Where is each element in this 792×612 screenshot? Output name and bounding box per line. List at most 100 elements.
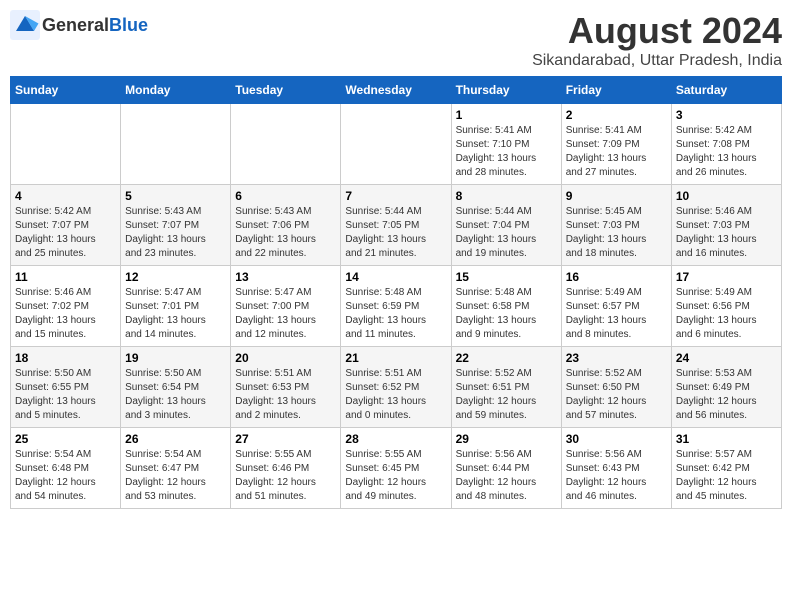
calendar-cell xyxy=(341,104,451,185)
day-info: Sunrise: 5:50 AM Sunset: 6:54 PM Dayligh… xyxy=(125,367,226,423)
week-row-2: 4Sunrise: 5:42 AM Sunset: 7:07 PM Daylig… xyxy=(11,185,782,266)
day-number: 30 xyxy=(566,432,667,446)
title-area: August 2024 Sikandarabad, Uttar Pradesh,… xyxy=(532,10,782,70)
day-info: Sunrise: 5:50 AM Sunset: 6:55 PM Dayligh… xyxy=(15,367,116,423)
day-info: Sunrise: 5:49 AM Sunset: 6:57 PM Dayligh… xyxy=(566,286,667,342)
day-info: Sunrise: 5:42 AM Sunset: 7:07 PM Dayligh… xyxy=(15,205,116,261)
day-number: 8 xyxy=(456,189,557,203)
weekday-header-wednesday: Wednesday xyxy=(341,77,451,104)
calendar-cell: 9 Sunrise: 5:45 AM Sunset: 7:03 PM Daylig… xyxy=(561,185,671,266)
day-info: Sunrise: 5:56 AM Sunset: 6:43 PM Dayligh… xyxy=(566,448,667,504)
day-number: 2 xyxy=(566,108,667,122)
day-info: Sunrise: 5:44 AM Sunset: 7:05 PM Dayligh… xyxy=(345,205,446,261)
day-number: 11 xyxy=(15,270,116,284)
day-number: 5 xyxy=(125,189,226,203)
day-number: 25 xyxy=(15,432,116,446)
day-info: Sunrise: 5:55 AM Sunset: 6:45 PM Dayligh… xyxy=(345,448,446,504)
day-number: 6 xyxy=(235,189,336,203)
day-number: 29 xyxy=(456,432,557,446)
day-number: 16 xyxy=(566,270,667,284)
day-info: Sunrise: 5:53 AM Sunset: 6:49 PM Dayligh… xyxy=(676,367,777,423)
day-number: 19 xyxy=(125,351,226,365)
logo-blue-text: Blue xyxy=(109,15,148,35)
calendar-cell xyxy=(121,104,231,185)
weekday-header-thursday: Thursday xyxy=(451,77,561,104)
calendar-cell: 31 Sunrise: 5:57 AM Sunset: 6:42 PM Dayli… xyxy=(671,428,781,509)
day-info: Sunrise: 5:43 AM Sunset: 7:07 PM Dayligh… xyxy=(125,205,226,261)
day-number: 1 xyxy=(456,108,557,122)
week-row-5: 25 Sunrise: 5:54 AM Sunset: 6:48 PM Dayli… xyxy=(11,428,782,509)
day-number: 28 xyxy=(345,432,446,446)
day-info: Sunrise: 5:41 AM Sunset: 7:10 PM Dayligh… xyxy=(456,124,557,180)
day-info: Sunrise: 5:57 AM Sunset: 6:42 PM Dayligh… xyxy=(676,448,777,504)
day-number: 7 xyxy=(345,189,446,203)
day-info: Sunrise: 5:54 AM Sunset: 6:48 PM Dayligh… xyxy=(15,448,116,504)
calendar-cell: 3Sunrise: 5:42 AM Sunset: 7:08 PM Daylig… xyxy=(671,104,781,185)
calendar-cell: 24 Sunrise: 5:53 AM Sunset: 6:49 PM Dayli… xyxy=(671,347,781,428)
day-info: Sunrise: 5:41 AM Sunset: 7:09 PM Dayligh… xyxy=(566,124,667,180)
day-number: 23 xyxy=(566,351,667,365)
day-number: 12 xyxy=(125,270,226,284)
day-info: Sunrise: 5:48 AM Sunset: 6:58 PM Dayligh… xyxy=(456,286,557,342)
day-info: Sunrise: 5:52 AM Sunset: 6:50 PM Dayligh… xyxy=(566,367,667,423)
calendar-cell: 16 Sunrise: 5:49 AM Sunset: 6:57 PM Dayli… xyxy=(561,266,671,347)
calendar-cell: 7 Sunrise: 5:44 AM Sunset: 7:05 PM Daylig… xyxy=(341,185,451,266)
day-info: Sunrise: 5:44 AM Sunset: 7:04 PM Dayligh… xyxy=(456,205,557,261)
logo: GeneralBlue xyxy=(10,10,148,40)
weekday-header-friday: Friday xyxy=(561,77,671,104)
weekday-header-tuesday: Tuesday xyxy=(231,77,341,104)
day-number: 9 xyxy=(566,189,667,203)
calendar-cell xyxy=(231,104,341,185)
weekday-header-monday: Monday xyxy=(121,77,231,104)
day-number: 10 xyxy=(676,189,777,203)
calendar-cell: 19 Sunrise: 5:50 AM Sunset: 6:54 PM Dayli… xyxy=(121,347,231,428)
calendar-cell: 11Sunrise: 5:46 AM Sunset: 7:02 PM Dayli… xyxy=(11,266,121,347)
weekday-header-sunday: Sunday xyxy=(11,77,121,104)
day-info: Sunrise: 5:43 AM Sunset: 7:06 PM Dayligh… xyxy=(235,205,336,261)
day-info: Sunrise: 5:49 AM Sunset: 6:56 PM Dayligh… xyxy=(676,286,777,342)
calendar-cell: 21 Sunrise: 5:51 AM Sunset: 6:52 PM Dayli… xyxy=(341,347,451,428)
day-number: 22 xyxy=(456,351,557,365)
logo-general-text: General xyxy=(42,15,109,35)
calendar-cell: 20 Sunrise: 5:51 AM Sunset: 6:53 PM Dayli… xyxy=(231,347,341,428)
day-number: 31 xyxy=(676,432,777,446)
calendar-cell: 14 Sunrise: 5:48 AM Sunset: 6:59 PM Dayli… xyxy=(341,266,451,347)
day-info: Sunrise: 5:51 AM Sunset: 6:53 PM Dayligh… xyxy=(235,367,336,423)
day-number: 24 xyxy=(676,351,777,365)
week-row-4: 18Sunrise: 5:50 AM Sunset: 6:55 PM Dayli… xyxy=(11,347,782,428)
calendar-cell: 6 Sunrise: 5:43 AM Sunset: 7:06 PM Daylig… xyxy=(231,185,341,266)
calendar-cell: 15 Sunrise: 5:48 AM Sunset: 6:58 PM Dayli… xyxy=(451,266,561,347)
day-info: Sunrise: 5:47 AM Sunset: 7:01 PM Dayligh… xyxy=(125,286,226,342)
day-number: 27 xyxy=(235,432,336,446)
day-number: 14 xyxy=(345,270,446,284)
calendar-cell: 23 Sunrise: 5:52 AM Sunset: 6:50 PM Dayli… xyxy=(561,347,671,428)
calendar-cell: 5 Sunrise: 5:43 AM Sunset: 7:07 PM Daylig… xyxy=(121,185,231,266)
calendar-cell: 28 Sunrise: 5:55 AM Sunset: 6:45 PM Dayli… xyxy=(341,428,451,509)
day-info: Sunrise: 5:54 AM Sunset: 6:47 PM Dayligh… xyxy=(125,448,226,504)
day-info: Sunrise: 5:47 AM Sunset: 7:00 PM Dayligh… xyxy=(235,286,336,342)
day-info: Sunrise: 5:45 AM Sunset: 7:03 PM Dayligh… xyxy=(566,205,667,261)
day-info: Sunrise: 5:52 AM Sunset: 6:51 PM Dayligh… xyxy=(456,367,557,423)
calendar-cell: 1 Sunrise: 5:41 AM Sunset: 7:10 PM Daylig… xyxy=(451,104,561,185)
weekday-header-saturday: Saturday xyxy=(671,77,781,104)
calendar-cell: 4Sunrise: 5:42 AM Sunset: 7:07 PM Daylig… xyxy=(11,185,121,266)
calendar-cell: 26 Sunrise: 5:54 AM Sunset: 6:47 PM Dayli… xyxy=(121,428,231,509)
calendar-table: SundayMondayTuesdayWednesdayThursdayFrid… xyxy=(10,76,782,509)
day-info: Sunrise: 5:55 AM Sunset: 6:46 PM Dayligh… xyxy=(235,448,336,504)
calendar-cell: 18Sunrise: 5:50 AM Sunset: 6:55 PM Dayli… xyxy=(11,347,121,428)
weekday-header-row: SundayMondayTuesdayWednesdayThursdayFrid… xyxy=(11,77,782,104)
calendar-cell: 30 Sunrise: 5:56 AM Sunset: 6:43 PM Dayli… xyxy=(561,428,671,509)
day-info: Sunrise: 5:48 AM Sunset: 6:59 PM Dayligh… xyxy=(345,286,446,342)
day-info: Sunrise: 5:51 AM Sunset: 6:52 PM Dayligh… xyxy=(345,367,446,423)
day-info: Sunrise: 5:56 AM Sunset: 6:44 PM Dayligh… xyxy=(456,448,557,504)
location-title: Sikandarabad, Uttar Pradesh, India xyxy=(532,52,782,70)
day-number: 20 xyxy=(235,351,336,365)
day-number: 15 xyxy=(456,270,557,284)
month-title: August 2024 xyxy=(532,10,782,52)
day-number: 13 xyxy=(235,270,336,284)
week-row-1: 1 Sunrise: 5:41 AM Sunset: 7:10 PM Daylig… xyxy=(11,104,782,185)
calendar-cell: 29 Sunrise: 5:56 AM Sunset: 6:44 PM Dayli… xyxy=(451,428,561,509)
day-info: Sunrise: 5:46 AM Sunset: 7:03 PM Dayligh… xyxy=(676,205,777,261)
day-number: 21 xyxy=(345,351,446,365)
day-number: 26 xyxy=(125,432,226,446)
